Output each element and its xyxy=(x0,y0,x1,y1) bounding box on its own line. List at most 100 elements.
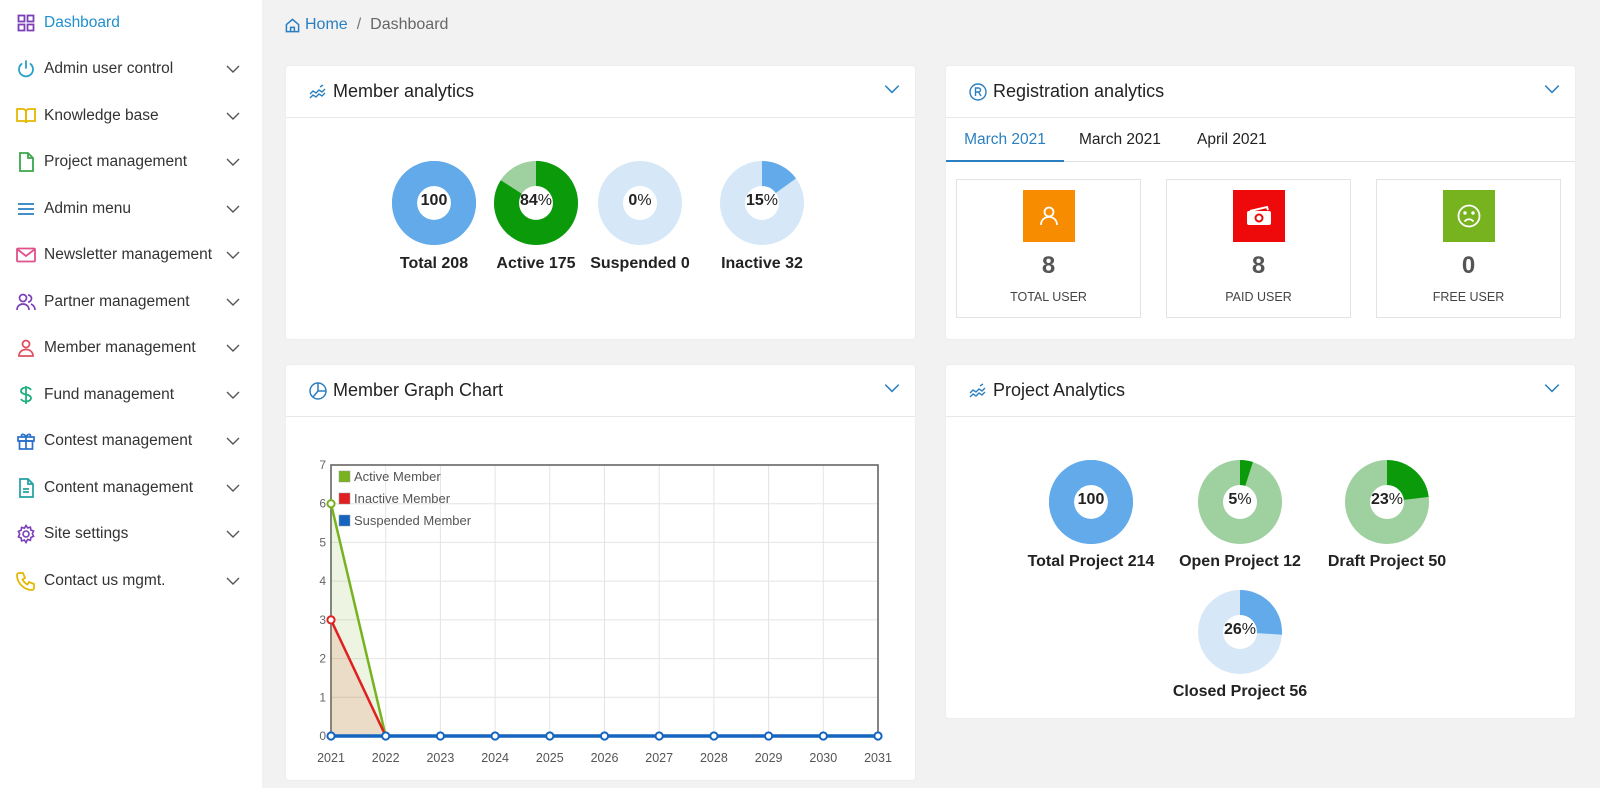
data-point[interactable] xyxy=(545,731,555,741)
tab-march-2021[interactable]: March 2021 xyxy=(946,118,1064,162)
project-analytics-card: Project Analytics 100 Total Project 214 5%… xyxy=(946,365,1575,718)
chevron-down-icon[interactable] xyxy=(883,379,901,397)
sidebar-item-label: Admin user control xyxy=(44,60,174,77)
data-point[interactable] xyxy=(764,731,774,741)
data-point[interactable] xyxy=(381,731,391,741)
x-tick-label: 2022 xyxy=(372,751,400,765)
dollar-icon xyxy=(16,385,36,405)
chevron-down-icon[interactable] xyxy=(225,340,241,356)
x-tick-label: 2021 xyxy=(317,751,345,765)
sidebar-item-knowledge-base[interactable]: Knowledge base xyxy=(0,98,262,134)
sidebar-item-label: Fund management xyxy=(44,386,175,403)
donut-value: 15% xyxy=(745,192,779,209)
breadcrumb-home-link[interactable]: Home xyxy=(285,16,348,34)
chevron-down-icon[interactable] xyxy=(225,526,241,542)
data-point[interactable] xyxy=(326,499,336,509)
data-point[interactable] xyxy=(326,615,336,625)
sidebar-item-project-management[interactable]: Project management xyxy=(0,144,262,180)
stat-label: PAID USER xyxy=(1225,290,1292,304)
card-title: Project Analytics xyxy=(993,380,1126,400)
sidebar-item-admin-menu[interactable]: Admin menu xyxy=(0,191,262,227)
member-active-label: Active 175 xyxy=(496,255,576,272)
data-point[interactable] xyxy=(490,731,500,741)
chevron-down-icon[interactable] xyxy=(225,480,241,496)
donut-value: 100 xyxy=(1077,491,1105,508)
x-tick-label: 2028 xyxy=(700,751,728,765)
legend-label: Inactive Member xyxy=(354,491,451,506)
breadcrumb-home-label: Home xyxy=(305,16,348,33)
x-tick-label: 2023 xyxy=(426,751,454,765)
phone-icon xyxy=(16,571,36,591)
y-tick-label: 6 xyxy=(319,497,326,511)
breadcrumb-current: Dashboard xyxy=(370,16,449,33)
sidebar-item-label: Knowledge base xyxy=(44,107,159,124)
chevron-down-icon[interactable] xyxy=(225,294,241,310)
sidebar-item-contest-management[interactable]: Contest management xyxy=(0,423,262,459)
legend-swatch xyxy=(338,514,351,527)
analytics-wave-icon xyxy=(969,383,986,398)
chevron-down-icon[interactable] xyxy=(1543,80,1561,98)
stat-paid-user: 8 PAID USER xyxy=(1166,179,1351,318)
power-icon xyxy=(16,59,36,79)
data-point[interactable] xyxy=(709,731,719,741)
chevron-down-icon[interactable] xyxy=(883,80,901,98)
card-title: Member analytics xyxy=(333,81,475,101)
users-icon xyxy=(16,292,36,312)
chevron-down-icon[interactable] xyxy=(225,154,241,170)
tab-march-2021-second[interactable]: March 2021 xyxy=(1079,118,1161,162)
legend-label: Suspended Member xyxy=(354,513,472,528)
chevron-down-icon[interactable] xyxy=(225,247,241,263)
stat-free-user: 0 FREE USER xyxy=(1376,179,1561,318)
chevron-down-icon[interactable] xyxy=(225,433,241,449)
open-project-label: Open Project 12 xyxy=(1179,553,1301,570)
sidebar-item-fund-management[interactable]: Fund management xyxy=(0,377,262,413)
sidebar-item-contact-us[interactable]: Contact us mgmt. xyxy=(0,563,262,599)
data-point[interactable] xyxy=(326,731,336,741)
data-point[interactable] xyxy=(654,731,664,741)
registered-icon xyxy=(969,83,987,101)
member-suspended-donut: 0% xyxy=(598,161,682,245)
mail-icon xyxy=(16,245,36,265)
chevron-down-icon[interactable] xyxy=(1543,379,1561,397)
data-point[interactable] xyxy=(435,731,445,741)
x-tick-label: 2025 xyxy=(536,751,564,765)
sidebar-item-member-management[interactable]: Member management xyxy=(0,330,262,366)
closed-project-label: Closed Project 56 xyxy=(1172,683,1308,700)
card-header: Project Analytics xyxy=(946,365,1575,417)
sidebar-item-site-settings[interactable]: Site settings xyxy=(0,516,262,552)
chevron-down-icon[interactable] xyxy=(225,201,241,217)
user-icon xyxy=(16,338,36,358)
data-point[interactable] xyxy=(599,731,610,741)
sidebar-item-partner-management[interactable]: Partner management xyxy=(0,284,262,320)
gift-icon xyxy=(16,431,36,451)
sidebar-item-admin-user-control[interactable]: Admin user control xyxy=(0,51,262,87)
stat-total-user: 8 TOTAL USER xyxy=(956,179,1141,318)
book-icon xyxy=(16,106,36,126)
draft-project-donut: 23% xyxy=(1345,460,1429,544)
sidebar-item-newsletter-management[interactable]: Newsletter management xyxy=(0,237,262,273)
sidebar-item-label: Contact us mgmt. xyxy=(44,572,166,589)
home-icon xyxy=(285,17,300,32)
closed-project-donut: 26% xyxy=(1198,590,1282,674)
stat-value: 8 xyxy=(1251,252,1266,279)
chevron-down-icon[interactable] xyxy=(225,387,241,403)
chevron-down-icon[interactable] xyxy=(225,108,241,124)
chevron-down-icon[interactable] xyxy=(225,61,241,77)
donut-value: 5% xyxy=(1228,491,1252,508)
open-project-donut: 5% xyxy=(1198,460,1282,544)
data-point[interactable] xyxy=(873,731,883,741)
card-title: Member Graph Chart xyxy=(333,380,504,400)
card-header: Member analytics xyxy=(286,66,915,118)
month-tabs: March 2021 March 2021 April 2021 xyxy=(946,118,1575,162)
data-point[interactable] xyxy=(818,731,828,741)
draft-project-label: Draft Project 50 xyxy=(1327,553,1447,570)
y-tick-label: 4 xyxy=(319,574,326,588)
x-tick-label: 2029 xyxy=(755,751,783,765)
analytics-wave-icon xyxy=(309,84,326,99)
chevron-down-icon[interactable] xyxy=(225,573,241,589)
file-icon xyxy=(16,152,36,172)
breadcrumb: Home / Dashboard xyxy=(285,14,448,36)
sidebar-item-content-management[interactable]: Content management xyxy=(0,470,262,506)
tab-april-2021[interactable]: April 2021 xyxy=(1197,118,1267,162)
sidebar-item-dashboard[interactable]: Dashboard xyxy=(0,5,262,41)
